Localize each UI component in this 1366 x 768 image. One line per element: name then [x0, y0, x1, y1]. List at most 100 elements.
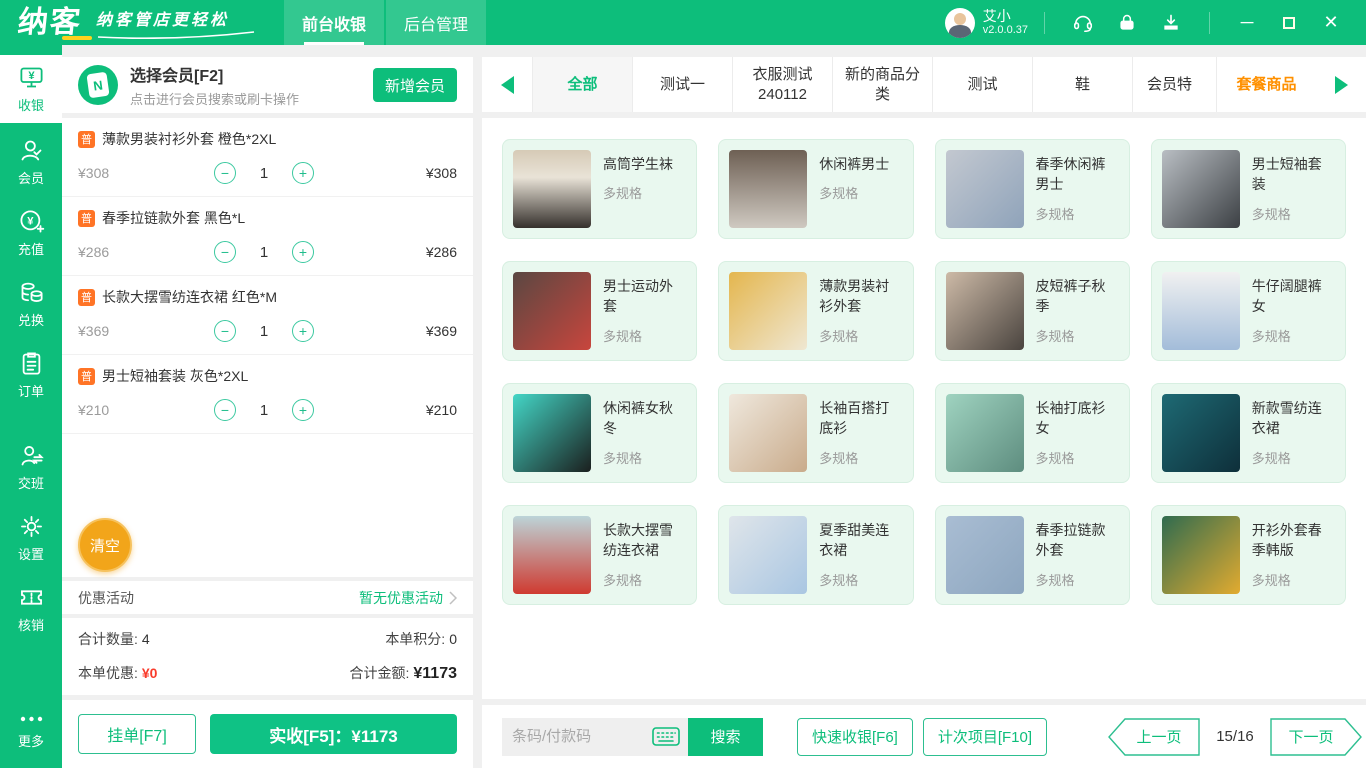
product-card[interactable]: 夏季甜美连衣裙多规格 — [718, 505, 913, 605]
customer-service-icon[interactable] — [1071, 11, 1095, 35]
cart-item-title: 长款大摆雪纺连衣裙 红色*M — [102, 287, 277, 307]
product-spec: 多规格 — [819, 183, 889, 202]
hold-order-button[interactable]: 挂单[F7] — [78, 714, 196, 754]
category-tab-truncated[interactable]: 会员特 — [1132, 57, 1216, 112]
category-tab[interactable]: 衣服测试240112 — [732, 57, 832, 112]
product-image — [1162, 394, 1240, 472]
product-type-badge: 普 — [78, 289, 95, 306]
quick-cashier-button[interactable]: 快速收银[F6] — [797, 718, 913, 756]
qty-minus-button[interactable]: − — [214, 162, 236, 184]
times-item-button[interactable]: 计次项目[F10] — [923, 718, 1047, 756]
product-card[interactable]: 长袖打底衫女多规格 — [935, 383, 1130, 483]
sidebar-item-verify[interactable]: 核销 — [0, 577, 62, 641]
category-tab-label: 衣服测试240112 — [741, 65, 824, 105]
total-qty-label: 合计数量: — [78, 631, 138, 647]
charge-button[interactable]: 实收[F5]：¥1173 — [210, 714, 457, 754]
download-icon[interactable] — [1159, 11, 1183, 35]
avatar-head — [954, 13, 966, 25]
avatar[interactable] — [945, 8, 975, 38]
category-tab-combo[interactable]: 套餐商品 — [1216, 57, 1316, 112]
cart-item[interactable]: 普 春季拉链款外套 黑色*L ¥286 − 1 + ¥286 — [62, 197, 473, 276]
clear-cart-button[interactable]: 清空 — [78, 518, 132, 572]
sidebar-item-cashier[interactable]: ¥ 收银 — [0, 55, 62, 123]
product-title: 薄款男装衬衫外套 — [819, 276, 902, 317]
product-title: 长袖打底衫女 — [1036, 398, 1119, 439]
sidebar-item-exchange[interactable]: 兑换 — [0, 272, 62, 336]
qty-minus-button[interactable]: − — [214, 320, 236, 342]
category-tab-all[interactable]: 全部 — [532, 57, 632, 112]
lock-icon[interactable] — [1115, 11, 1139, 35]
category-tab[interactable]: 测试 — [932, 57, 1032, 112]
sidebar-item-recharge[interactable]: ¥ 充值 — [0, 201, 62, 265]
tab-front-cashier[interactable]: 前台收银 — [284, 0, 384, 45]
cart-item-unit-price: ¥308 — [78, 165, 168, 181]
promo-link[interactable]: 暂无优惠活动 — [359, 588, 457, 608]
sidebar-item-member[interactable]: 会员 — [0, 130, 62, 194]
add-member-button[interactable]: 新增会员 — [373, 68, 457, 102]
product-title: 男士运动外套 — [603, 276, 686, 317]
member-select-card[interactable]: N 选择会员[F2] 点击进行会员搜索或刷卡操作 新增会员 — [62, 57, 473, 113]
prev-page-button[interactable]: 上一页 — [1108, 718, 1200, 756]
product-card[interactable]: 开衫外套春季韩版多规格 — [1151, 505, 1346, 605]
cart-item[interactable]: 普 薄款男装衬衫外套 橙色*2XL ¥308 − 1 + ¥308 — [62, 118, 473, 197]
sidebar-item-shift[interactable]: 交班 — [0, 435, 62, 499]
qty-minus-button[interactable]: − — [214, 241, 236, 263]
product-card[interactable]: 皮短裤子秋季多规格 — [935, 261, 1130, 361]
qty-minus-button[interactable]: − — [214, 399, 236, 421]
product-card[interactable]: 高筒学生袜多规格 — [502, 139, 697, 239]
product-card[interactable]: 薄款男装衬衫外套多规格 — [718, 261, 913, 361]
category-tab[interactable]: 新的商品分类 — [832, 57, 932, 112]
sidebar-item-more[interactable]: 更多 — [0, 698, 62, 762]
qty-plus-button[interactable]: + — [292, 320, 314, 342]
product-card[interactable]: 长袖百搭打底衫多规格 — [718, 383, 913, 483]
product-card[interactable]: 男士运动外套多规格 — [502, 261, 697, 361]
category-tab[interactable]: 测试一 — [632, 57, 732, 112]
tab-back-manage[interactable]: 后台管理 — [386, 0, 486, 45]
product-title: 长款大摆雪纺连衣裙 — [603, 520, 686, 561]
right-triangle-icon — [1335, 76, 1348, 94]
product-card[interactable]: 春季拉链款外套多规格 — [935, 505, 1130, 605]
product-image — [946, 272, 1024, 350]
qty-value: 1 — [236, 165, 292, 182]
product-card[interactable]: 牛仔阔腿裤女多规格 — [1151, 261, 1346, 361]
barcode-search-input[interactable] — [512, 728, 630, 745]
order-discount-label: 本单优惠: — [78, 665, 138, 681]
product-image — [729, 150, 807, 228]
qty-plus-button[interactable]: + — [292, 241, 314, 263]
next-page-label: 下一页 — [1270, 718, 1362, 756]
close-button[interactable]: ✕ — [1318, 10, 1344, 36]
product-card[interactable]: 春季休闲裤男士多规格 — [935, 139, 1130, 239]
product-card[interactable]: 休闲裤男士多规格 — [718, 139, 913, 239]
maximize-button[interactable] — [1276, 10, 1302, 36]
product-card[interactable]: 新款雪纺连衣裙多规格 — [1151, 383, 1346, 483]
cart-panel: N 选择会员[F2] 点击进行会员搜索或刷卡操作 新增会员 普 薄款男装衬衫外套… — [62, 45, 473, 768]
orders-clipboard-icon — [18, 350, 45, 377]
sidebar-item-orders[interactable]: 订单 — [0, 343, 62, 407]
category-tab-label: 全部 — [567, 75, 597, 95]
qty-plus-button[interactable]: + — [292, 162, 314, 184]
user-name: 艾小 — [983, 8, 1028, 24]
category-tab-label: 会员特 — [1147, 75, 1192, 95]
product-card[interactable]: 男士短袖套装多规格 — [1151, 139, 1346, 239]
qty-plus-button[interactable]: + — [292, 399, 314, 421]
gear-icon — [18, 513, 45, 540]
tabs-scroll-right-button[interactable] — [1316, 57, 1366, 112]
catalog-bottom-bar: 搜索 快速收银[F6] 计次项目[F10] 上一页 15/16 下一页 — [482, 705, 1366, 768]
cart-item[interactable]: 普 男士短袖套装 灰色*2XL ¥210 − 1 + ¥210 — [62, 355, 473, 434]
product-card[interactable]: 长款大摆雪纺连衣裙多规格 — [502, 505, 697, 605]
next-page-button[interactable]: 下一页 — [1270, 718, 1362, 756]
minimize-button[interactable]: ─ — [1234, 10, 1260, 36]
product-card[interactable]: 休闲裤女秋冬多规格 — [502, 383, 697, 483]
keyboard-icon[interactable] — [652, 727, 680, 746]
topbar-right: 艾小 v2.0.0.37 ─ ✕ — [945, 0, 1366, 45]
qty-value: 1 — [236, 323, 292, 340]
product-title: 高筒学生袜 — [603, 154, 673, 174]
product-title: 新款雪纺连衣裙 — [1252, 398, 1335, 439]
barcode-search-box[interactable] — [502, 718, 688, 756]
cart-item[interactable]: 普 长款大摆雪纺连衣裙 红色*M ¥369 − 1 + ¥369 — [62, 276, 473, 355]
search-button[interactable]: 搜索 — [688, 718, 763, 756]
product-image — [1162, 150, 1240, 228]
tabs-scroll-left-button[interactable] — [482, 57, 532, 112]
category-tab[interactable]: 鞋 — [1032, 57, 1132, 112]
sidebar-item-settings[interactable]: 设置 — [0, 506, 62, 570]
